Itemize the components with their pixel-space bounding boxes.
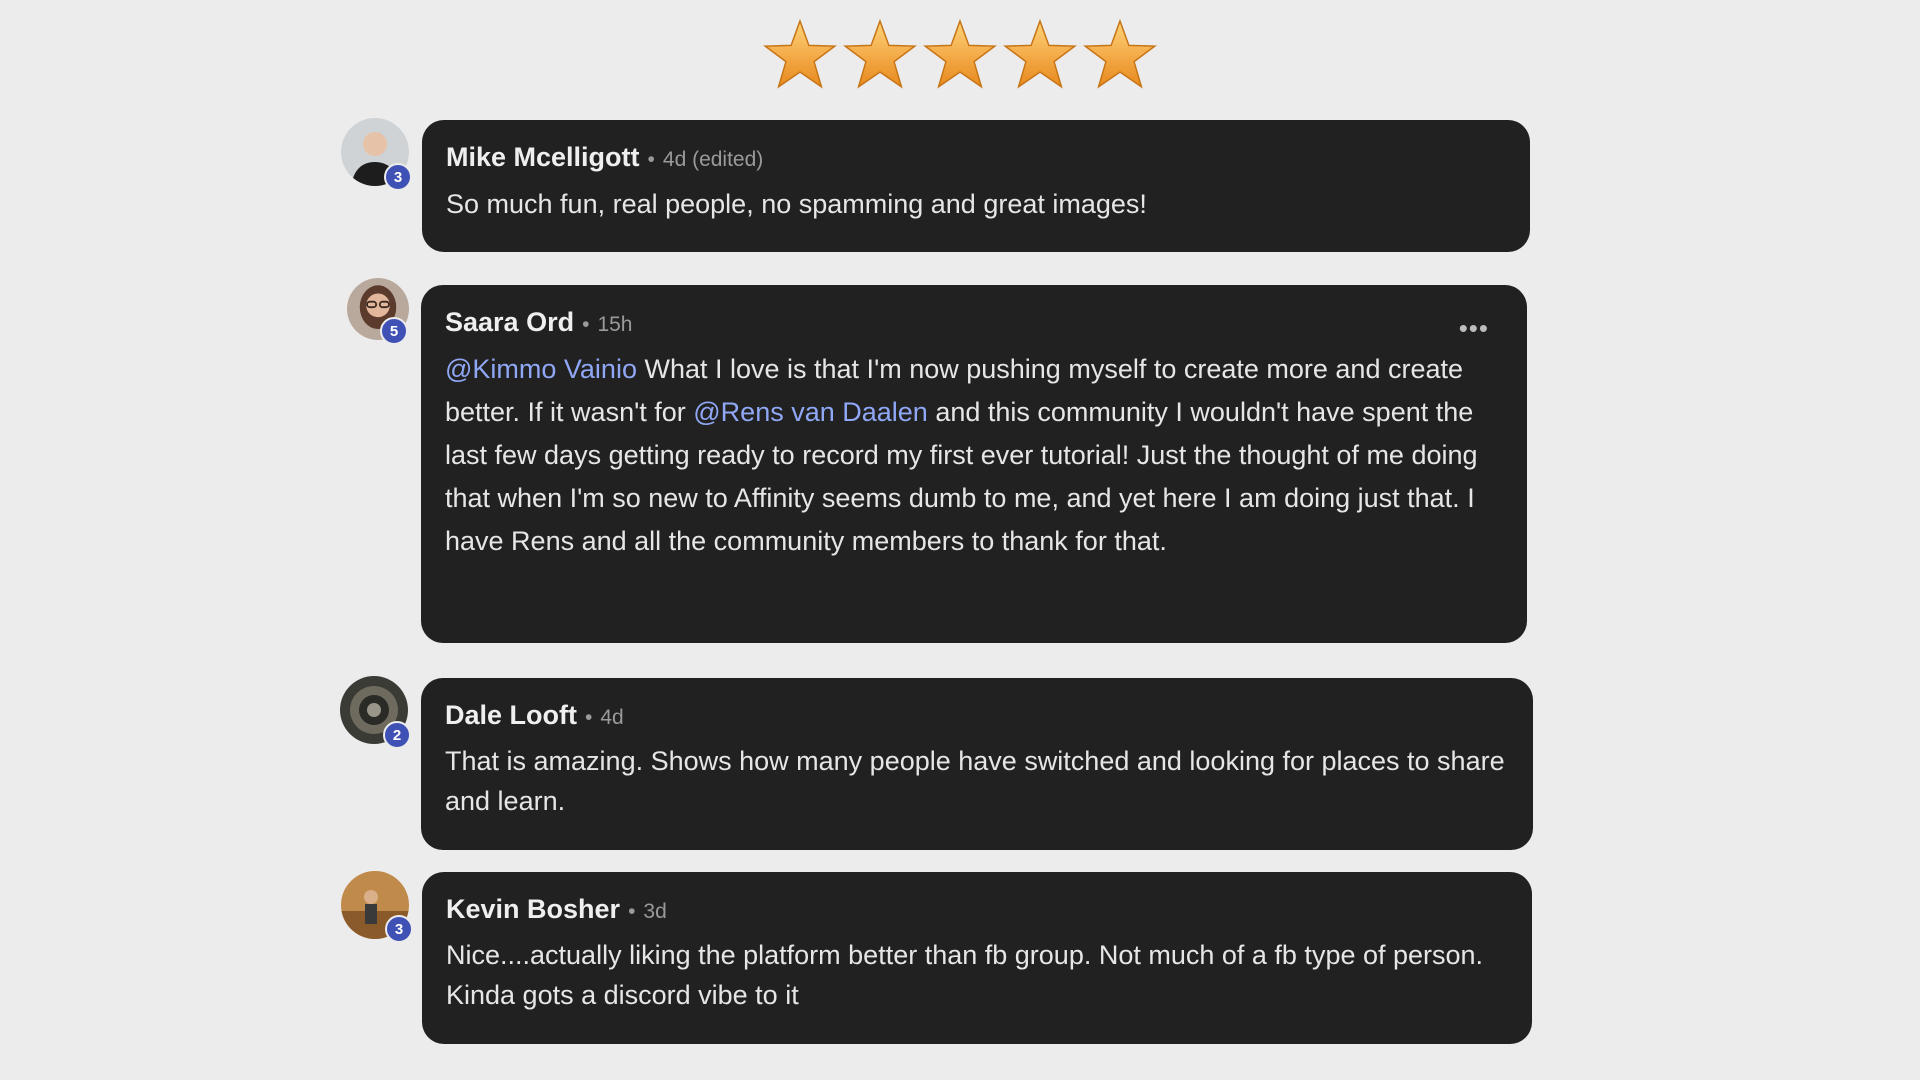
star-icon (1083, 18, 1157, 89)
author-name[interactable]: Saara Ord (445, 307, 574, 338)
separator-dot: • (628, 900, 636, 923)
more-options-icon[interactable]: ••• (1459, 313, 1489, 344)
author-name[interactable]: Dale Looft (445, 700, 577, 731)
timestamp: 15h (597, 313, 633, 336)
comment-bubble: Saara Ord • 15h ••• @Kimmo Vainio What I… (421, 285, 1527, 643)
separator-dot: • (582, 313, 590, 336)
star-rating (0, 18, 1920, 92)
level-badge: 3 (384, 163, 412, 191)
comment-text: Nice....actually liking the platform bet… (446, 940, 1484, 1010)
level-badge: 3 (385, 915, 413, 943)
star-icon (843, 18, 917, 89)
star-icon (923, 18, 997, 89)
separator-dot: • (585, 706, 593, 729)
comment-text: @Kimmo Vainio What I love is that I'm no… (445, 348, 1503, 563)
level-badge: 2 (383, 721, 411, 749)
timestamp: 4d (600, 706, 624, 729)
star-icon (763, 18, 837, 89)
comment-bubble: Kevin Bosher • 3d Nice....actually likin… (422, 872, 1532, 1044)
separator-dot: • (647, 148, 655, 171)
level-badge: 5 (380, 317, 408, 345)
comment-text: That is amazing. Shows how many people h… (445, 746, 1505, 816)
mention-link[interactable]: @Rens van Daalen (693, 397, 928, 427)
comment-bubble: Dale Looft • 4d That is amazing. Shows h… (421, 678, 1533, 850)
timestamp: 4d (edited) (662, 148, 764, 171)
mention-link[interactable]: @Kimmo Vainio (445, 354, 637, 384)
comment-bubble: Mike Mcelligott • 4d (edited) So much fu… (422, 120, 1530, 252)
timestamp: 3d (643, 900, 667, 923)
author-name[interactable]: Kevin Bosher (446, 894, 620, 925)
star-icon (1003, 18, 1077, 89)
comment-text: So much fun, real people, no spamming an… (446, 189, 1147, 219)
author-name[interactable]: Mike Mcelligott (446, 142, 640, 173)
